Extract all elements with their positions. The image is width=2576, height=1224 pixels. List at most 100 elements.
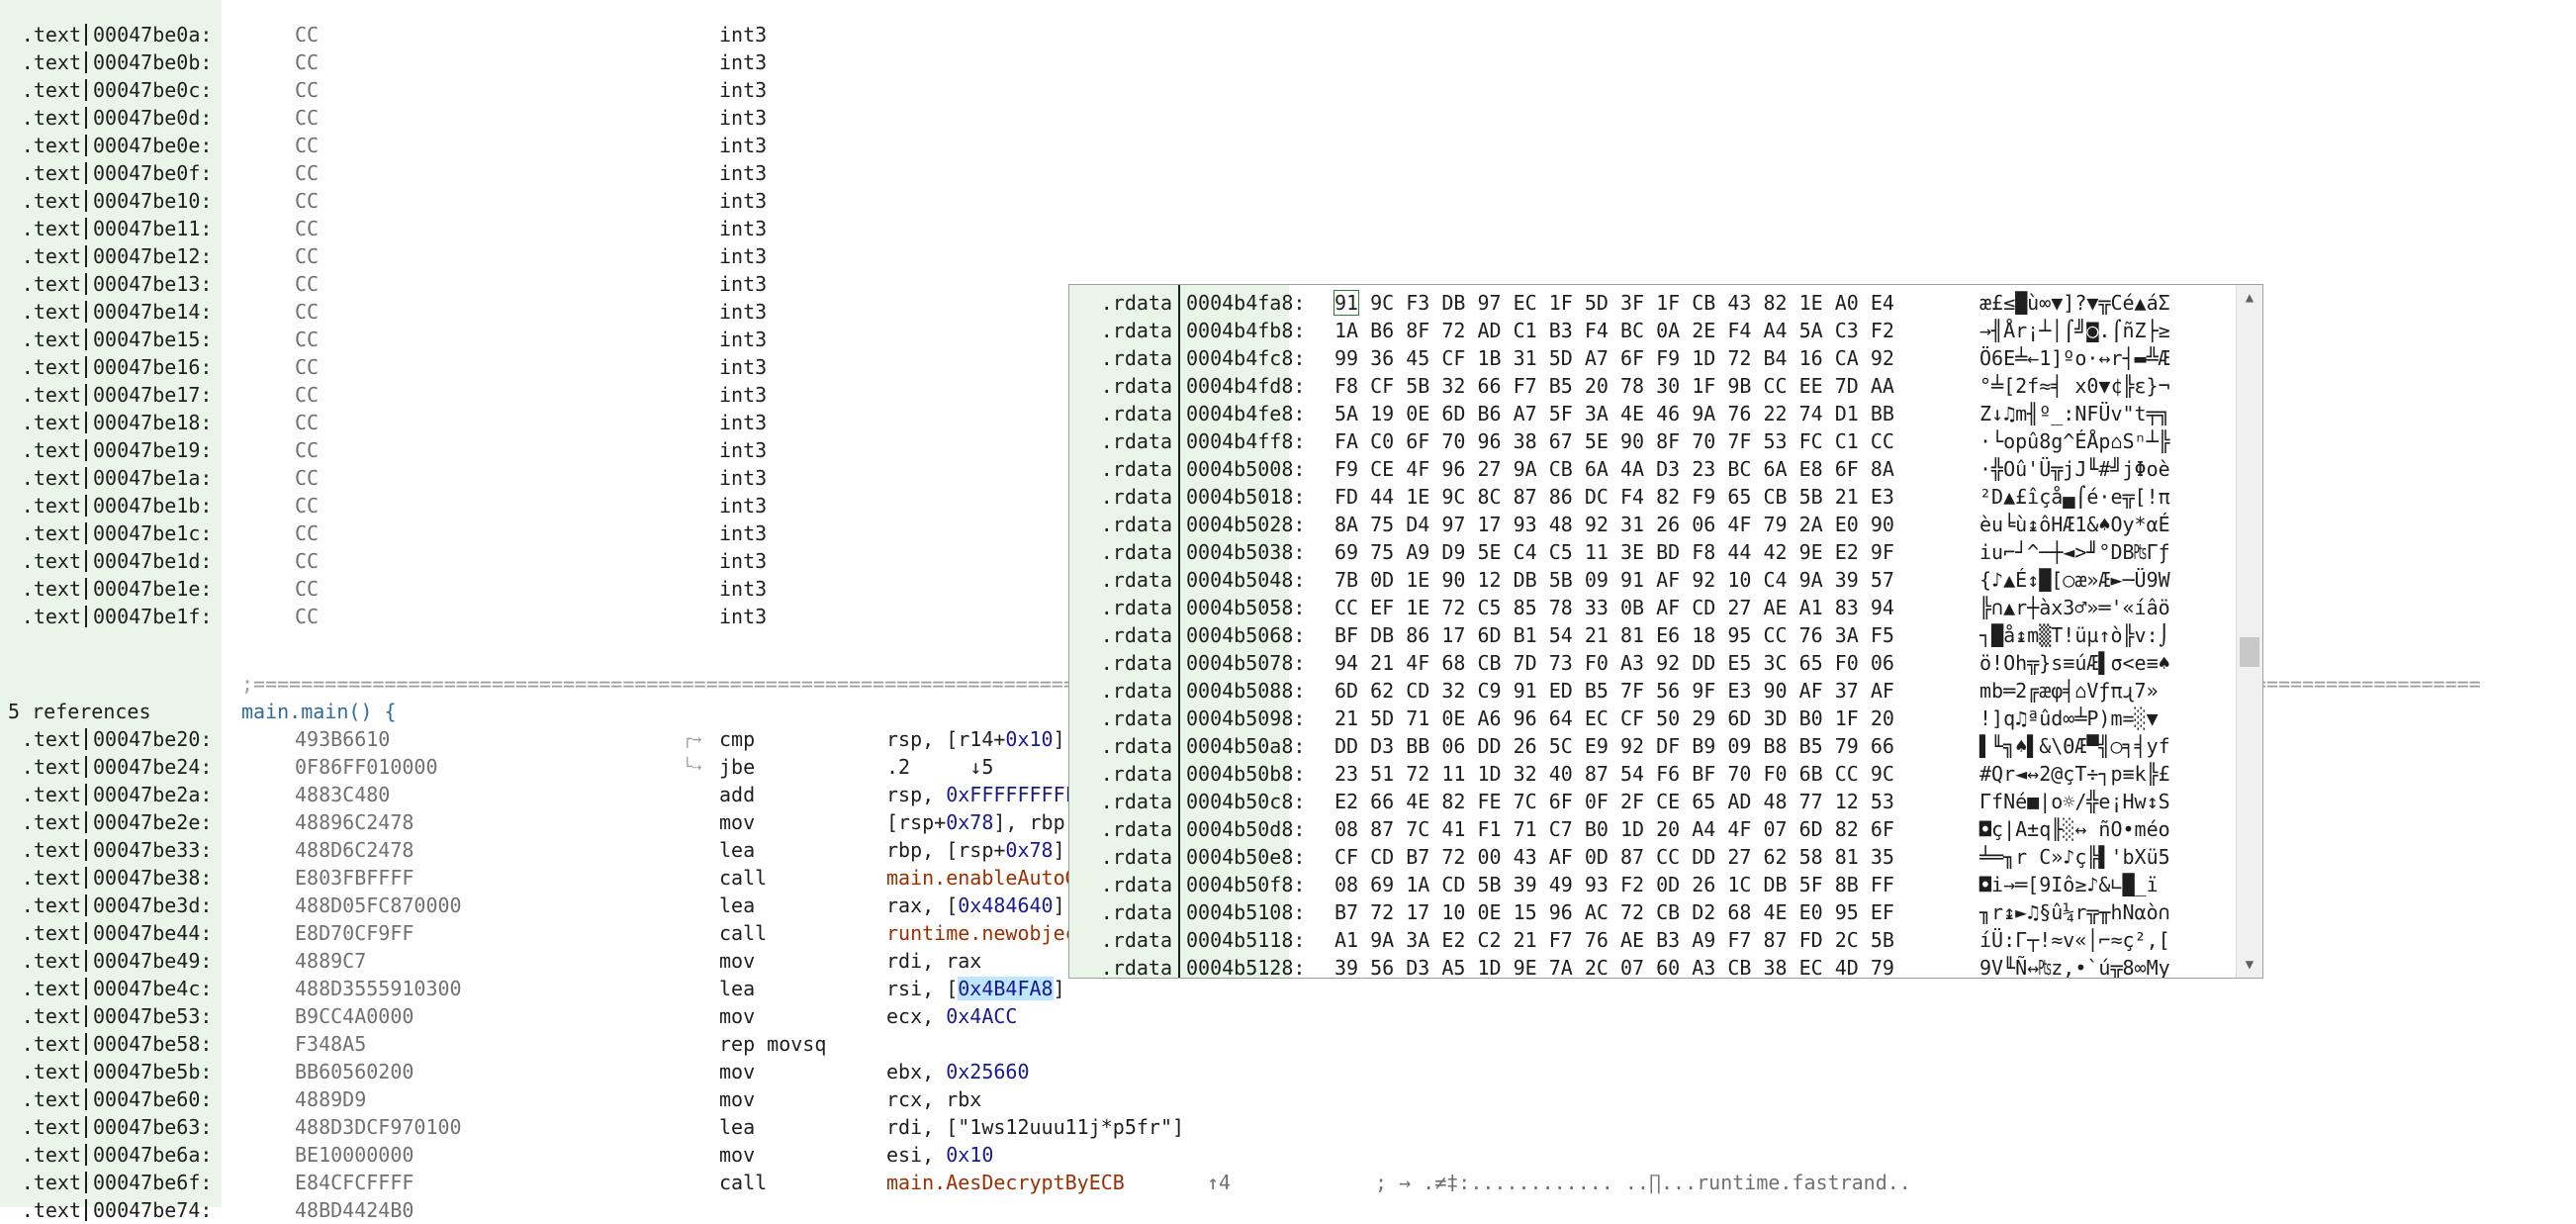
operands[interactable]: ecx, 0x4ACC [886,1002,1017,1030]
address[interactable]: 00047be1f: [93,603,212,630]
hex-row[interactable]: .rdata 0004b4fd8: F8 CF 5B 32 66 F7 B5 20 … [1069,372,2237,400]
numeric-operand[interactable]: 0x78 [1005,838,1053,862]
address[interactable]: 0004b4fb8: [1186,317,1305,344]
address[interactable]: 00047be0c: [93,76,212,104]
hex-bytes[interactable]: 7B 0D 1E 90 12 DB 5B 09 91 AF 92 10 C4 9… [1334,566,1894,594]
address[interactable]: 00047be1d: [93,547,212,575]
address[interactable]: 00047be0d: [93,104,212,132]
hex-bytes[interactable]: 69 75 A9 D9 5E C4 C5 11 3E BD F8 44 42 9… [1334,538,1894,566]
address[interactable]: 0004b5028: [1186,511,1305,538]
address[interactable]: 00047be38: [93,864,212,892]
numeric-operand[interactable]: 0x4B4FA8 [958,977,1054,1000]
address[interactable]: 00047be49: [93,947,212,975]
address[interactable]: 0004b5048: [1186,566,1305,594]
hex-bytes[interactable]: BF DB 86 17 6D B1 54 21 81 E6 18 95 CC 7… [1334,621,1894,649]
address[interactable]: 00047be44: [93,919,212,947]
address[interactable]: 00047be53: [93,1002,212,1030]
hex-bytes[interactable]: 5A 19 0E 6D B6 A7 5F 3A 4E 46 9A 76 22 7… [1334,400,1894,427]
popup-scrollbar[interactable]: ▲ ▼ [2236,285,2262,978]
scrollbar-thumb[interactable] [2240,637,2259,667]
hex-bytes[interactable]: A1 9A 3A E2 C2 21 F7 76 AE B3 A9 F7 87 F… [1334,926,1894,954]
numeric-operand[interactable]: 0x4ACC [946,1004,1017,1028]
address[interactable]: 00047be1a: [93,464,212,492]
address[interactable]: 00047be33: [93,836,212,864]
address[interactable]: 00047be4c: [93,975,212,1002]
chevron-down-icon[interactable]: ▼ [2237,952,2262,978]
address[interactable]: 00047be18: [93,409,212,436]
address[interactable]: 00047be16: [93,353,212,381]
operands[interactable]: esi, 0x10 [886,1141,993,1169]
address[interactable]: 0004b4fc8: [1186,344,1305,372]
address[interactable]: 00047be0a: [93,21,212,48]
xref-count[interactable]: ↑4 [1207,1169,1231,1196]
operands[interactable]: rdi, rax [886,947,981,975]
function-name[interactable]: main.main() { [241,698,397,725]
hex-row[interactable]: .rdata 0004b5028: 8A 75 D4 97 17 93 48 92 … [1069,511,2237,538]
address[interactable]: 0004b4fd8: [1186,372,1305,400]
operands[interactable]: rcx, rbx [886,1085,981,1113]
address[interactable]: 00047be14: [93,298,212,326]
address[interactable]: 00047be3d: [93,892,212,919]
address[interactable]: 00047be12: [93,242,212,270]
hex-bytes[interactable]: F9 CE 4F 96 27 9A CB 6A 4A D3 23 BC 6A E… [1334,455,1894,483]
hex-bytes[interactable]: 8A 75 D4 97 17 93 48 92 31 26 06 4F 79 2… [1334,511,1894,538]
address[interactable]: 0004b50b8: [1186,760,1305,788]
hex-row[interactable]: .rdata 0004b5008: F9 CE 4F 96 27 9A CB 6A … [1069,455,2237,483]
operands[interactable]: rbp, [rsp+0x78] [886,836,1065,864]
hex-row[interactable]: .rdata 0004b5038: 69 75 A9 D9 5E C4 C5 11 … [1069,538,2237,566]
numeric-operand[interactable]: 0x78 [946,810,993,834]
operands[interactable]: rsi, [0x4B4FA8] [886,975,1065,1002]
hex-bytes[interactable]: 21 5D 71 0E A6 96 64 EC CF 50 29 6D 3D B… [1334,705,1894,732]
hex-row[interactable]: .rdata 0004b50f8: 08 69 1A CD 5B 39 49 93 … [1069,871,2237,898]
address[interactable]: 00047be0e: [93,132,212,159]
hex-row[interactable]: .rdata 0004b5048: 7B 0D 1E 90 12 DB 5B 09 … [1069,566,2237,594]
operands[interactable]: rdi, ["1ws12uuu11j*p5fr"] [886,1113,1184,1141]
address[interactable]: 0004b5008: [1186,455,1305,483]
references-count[interactable]: 5 references [8,698,151,725]
hex-bytes[interactable]: 08 69 1A CD 5B 39 49 93 F2 0D 26 1C DB 5… [1334,871,1894,898]
hex-row[interactable]: .rdata 0004b5088: 6D 62 CD 32 C9 91 ED B5 … [1069,677,2237,705]
symbol-reference[interactable]: main.enableAutoGC [886,866,1089,890]
address[interactable]: 00047be58: [93,1030,212,1058]
hex-bytes[interactable]: 6D 62 CD 32 C9 91 ED B5 7F 56 9F E3 90 A… [1334,677,1894,705]
address[interactable]: 0004b5058: [1186,594,1305,621]
address[interactable]: 0004b5038: [1186,538,1305,566]
hex-row[interactable]: .rdata 0004b50a8: DD D3 BB 06 DD 26 5C E9 … [1069,732,2237,760]
hex-cursor-byte[interactable]: 91 [1333,290,1360,316]
address[interactable]: 00047be63: [93,1113,212,1141]
address[interactable]: 00047be17: [93,381,212,409]
address[interactable]: 00047be0f: [93,159,212,187]
hex-row[interactable]: .rdata 0004b5108: B7 72 17 10 0E 15 96 AC … [1069,898,2237,926]
operands[interactable]: ebx, 0x25660 [886,1058,1030,1085]
hex-bytes[interactable]: FA C0 6F 70 96 38 67 5E 90 8F 70 7F 53 F… [1334,427,1894,455]
hex-bytes[interactable]: B7 72 17 10 0E 15 96 AC 72 CB D2 68 4E E… [1334,898,1894,926]
address[interactable]: 00047be19: [93,436,212,464]
operands[interactable]: rax, [0x484640] [886,892,1065,919]
operands[interactable]: .2 ↓5 [886,753,993,781]
address[interactable]: 0004b50a8: [1186,732,1305,760]
hex-bytes[interactable]: 94 21 4F 68 CB 7D 73 F0 A3 92 DD E5 3C 6… [1334,649,1894,677]
hex-row[interactable]: .rdata 0004b5018: FD 44 1E 9C 8C 87 86 DC … [1069,483,2237,511]
hex-bytes[interactable]: E2 66 4E 82 FE 7C 6F 0F 2F CE 65 AD 48 7… [1334,788,1894,815]
address[interactable]: 0004b50e8: [1186,843,1305,871]
hex-bytes[interactable]: F8 CF 5B 32 66 F7 B5 20 78 30 1F 9B CC E… [1334,372,1894,400]
hex-row[interactable]: .rdata 0004b5078: 94 21 4F 68 CB 7D 73 F0 … [1069,649,2237,677]
address[interactable]: 00047be2a: [93,781,212,808]
numeric-operand[interactable]: 0x10 [1005,727,1053,751]
hex-row[interactable]: .rdata 0004b5098: 21 5D 71 0E A6 96 64 EC … [1069,705,2237,732]
operands[interactable]: main.AesDecryptByECB [886,1169,1125,1196]
numeric-operand[interactable]: 0x25660 [946,1060,1029,1083]
address[interactable]: 0004b5088: [1186,677,1305,705]
numeric-operand[interactable]: 0x484640 [958,894,1053,917]
address[interactable]: 0004b5018: [1186,483,1305,511]
symbol-reference[interactable]: main.AesDecryptByECB [886,1171,1125,1194]
address[interactable]: 0004b50f8: [1186,871,1305,898]
hex-preview-popup[interactable]: .rdata 0004b4fa8: 91 9C F3 DB 97 EC 1F 5D … [1068,284,2263,979]
hex-row[interactable]: .rdata 0004b5068: BF DB 86 17 6D B1 54 21 … [1069,621,2237,649]
hex-bytes[interactable]: 39 56 D3 A5 1D 9E 7A 2C 07 60 A3 CB 38 E… [1334,954,1894,978]
hex-row[interactable]: .rdata 0004b50c8: E2 66 4E 82 FE 7C 6F 0F … [1069,788,2237,815]
address[interactable]: 0004b5068: [1186,621,1305,649]
address[interactable]: 00047be13: [93,270,212,298]
address[interactable]: 00047be6a: [93,1141,212,1169]
operands[interactable]: main.enableAutoGC [886,864,1089,892]
